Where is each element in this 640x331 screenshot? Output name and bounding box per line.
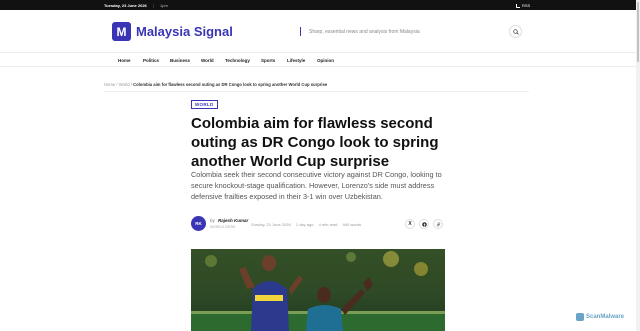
article-meta: Sunday, 21 June 2026 1 day ago 4 min rea… [251, 222, 365, 227]
category-badge[interactable]: WORLD [191, 100, 218, 109]
tagline: Sharp, essential news and analysis from … [309, 29, 420, 35]
rss-icon [516, 3, 520, 8]
nav-technology[interactable]: Technology [225, 58, 250, 63]
byline: RK by Rajesh Kumar WORLD DESK Sunday, 21… [191, 216, 445, 232]
hero-photo-illustration [191, 249, 445, 331]
share-facebook-button[interactable] [419, 219, 429, 229]
breadcrumb-divider [104, 91, 529, 92]
hero-image [191, 249, 445, 331]
author-role: WORLD DESK [210, 225, 236, 229]
article-headline: Colombia aim for flawless second outing … [191, 115, 439, 170]
watermark-text: ScanMalware [586, 314, 625, 320]
nav-business[interactable]: Business [170, 58, 190, 63]
main-nav: Home Politics Business World Technology … [0, 53, 640, 67]
x-icon: X [408, 221, 412, 227]
rss-link[interactable]: RSS [516, 3, 530, 8]
nav-world[interactable]: World [201, 58, 214, 63]
breadcrumb: Home / World / Colombia aim for flawless… [104, 82, 327, 87]
breadcrumb-separator: / [130, 82, 132, 87]
breadcrumb-home[interactable]: Home [104, 82, 115, 87]
read-time: 4 min read [318, 222, 338, 227]
nav-lifestyle[interactable]: Lifestyle [287, 58, 305, 63]
top-date: Tuesday, 23 June 2026 [104, 3, 147, 8]
nav-sports[interactable]: Sports [261, 58, 275, 63]
time-ago: 1 day ago [295, 222, 314, 227]
link-icon [436, 221, 440, 227]
nav-politics[interactable]: Politics [143, 58, 159, 63]
watermark-icon [576, 313, 584, 321]
scrollbar-thumb[interactable] [637, 2, 639, 62]
site-header: M Malaysia Signal Sharp, essential news … [0, 10, 640, 53]
top-time: 1pm [160, 3, 168, 8]
share-x-button[interactable]: X [405, 219, 415, 229]
nav-home[interactable]: Home [118, 58, 131, 63]
logo-mark[interactable]: M [112, 22, 131, 41]
author-name[interactable]: Rajesh Kumar [218, 218, 248, 223]
publish-date: Sunday, 21 June 2026 [251, 222, 291, 227]
facebook-icon [421, 221, 427, 227]
breadcrumb-section[interactable]: World [119, 82, 130, 87]
word-count: 940 words [342, 222, 362, 227]
breadcrumb-current: Colombia aim for flawless second outing … [133, 82, 328, 87]
search-icon [513, 29, 519, 35]
top-separator: | [153, 3, 155, 8]
site-name[interactable]: Malaysia Signal [136, 24, 233, 39]
watermark: ScanMalware [576, 313, 624, 321]
breadcrumb-separator: / [116, 82, 118, 87]
nav-opinion[interactable]: Opinion [317, 58, 334, 63]
avatar[interactable]: RK [191, 216, 206, 231]
article-deck: Colombia seek their second consecutive v… [191, 170, 442, 201]
search-button[interactable] [509, 25, 522, 38]
by-label: by [210, 218, 215, 223]
scrollbar[interactable] [636, 0, 640, 331]
rss-label: RSS [522, 3, 531, 8]
copy-link-button[interactable] [433, 219, 443, 229]
tagline-divider [300, 27, 301, 36]
top-bar: Tuesday, 23 June 2026 | 1pm RSS [0, 0, 640, 10]
